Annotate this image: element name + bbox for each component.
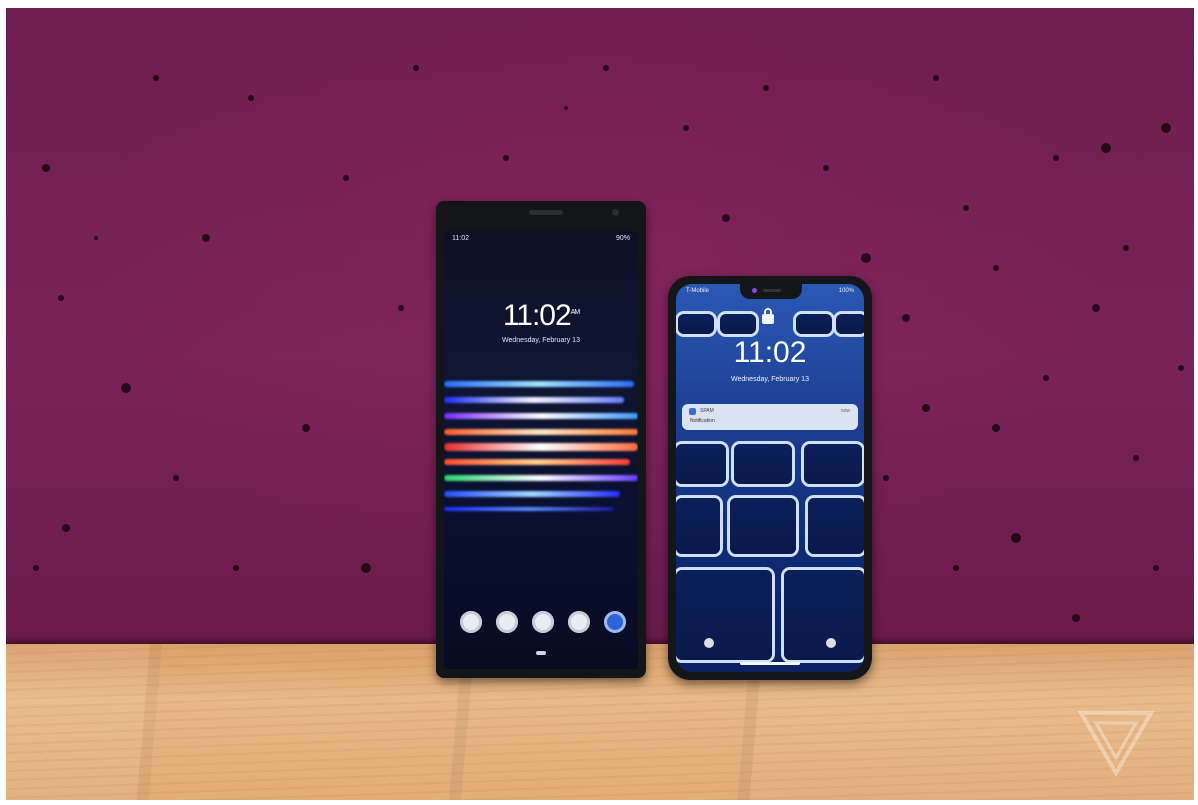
streak	[444, 429, 638, 435]
sony-status-bar: 11:02 90%	[452, 235, 630, 245]
sony-phone: 11:02 90% 11:02AM Wednesday, February 13	[436, 201, 646, 678]
iphone-notch	[740, 284, 802, 299]
streak	[444, 413, 638, 419]
sony-date: Wednesday, February 13	[502, 337, 580, 344]
streak	[444, 475, 638, 481]
streak	[444, 381, 634, 387]
app-icon[interactable]	[604, 611, 626, 633]
key	[808, 498, 864, 554]
iphone-date: Wednesday, February 13	[731, 376, 809, 383]
iphone-battery: 100%	[838, 288, 854, 294]
sony-clock-suffix: AM	[570, 309, 580, 316]
key	[720, 314, 756, 334]
photo: 11:02 90% 11:02AM Wednesday, February 13	[6, 8, 1194, 800]
key	[796, 314, 832, 334]
iphone-front-camera	[752, 288, 757, 293]
sony-clock-time: 11:02	[502, 299, 572, 332]
app-icon	[689, 408, 696, 415]
streak	[444, 491, 620, 497]
notification-body: Notification	[690, 418, 715, 424]
home-pill[interactable]	[536, 651, 546, 655]
iphone: T-Mobile 100% 11:02 Wednesday, February …	[668, 276, 872, 680]
flashlight-icon[interactable]	[704, 638, 714, 648]
iphone-carrier: T-Mobile	[686, 288, 710, 294]
key	[676, 498, 720, 554]
sony-front-camera	[612, 209, 619, 216]
verge-logo-watermark	[1077, 711, 1155, 777]
sony-clock: 11:02AM	[444, 299, 638, 333]
wallpaper-light-streaks	[444, 371, 638, 531]
sony-lock-screen: 11:02 90% 11:02AM Wednesday, February 13	[444, 231, 638, 669]
key	[804, 444, 862, 484]
sony-status-battery: 90%	[615, 235, 630, 242]
app-icon[interactable]	[568, 611, 590, 633]
key	[730, 498, 796, 554]
key	[836, 314, 864, 334]
notification-card[interactable]: SPAM now Notification	[682, 404, 858, 430]
lock-icon	[762, 308, 774, 324]
streak	[444, 443, 638, 451]
notification-time: now	[840, 408, 850, 414]
app-icon[interactable]	[460, 611, 482, 633]
streak	[444, 507, 614, 511]
key	[676, 570, 772, 660]
iphone-earpiece	[763, 289, 781, 292]
sony-status-time: 11:02	[452, 235, 469, 242]
key	[734, 444, 792, 484]
app-icon[interactable]	[532, 611, 554, 633]
iphone-clock: 11:02	[733, 336, 807, 369]
notification-app: SPAM	[700, 408, 714, 414]
iphone-lock-screen: T-Mobile 100% 11:02 Wednesday, February …	[676, 284, 864, 672]
sony-dock	[452, 611, 630, 641]
streak	[444, 397, 624, 403]
streak	[444, 459, 630, 465]
key	[784, 570, 864, 660]
key	[676, 444, 726, 484]
camera-icon[interactable]	[826, 638, 836, 648]
home-indicator[interactable]	[740, 662, 800, 665]
sony-earpiece	[529, 210, 563, 215]
key	[678, 314, 714, 334]
app-icon[interactable]	[496, 611, 518, 633]
